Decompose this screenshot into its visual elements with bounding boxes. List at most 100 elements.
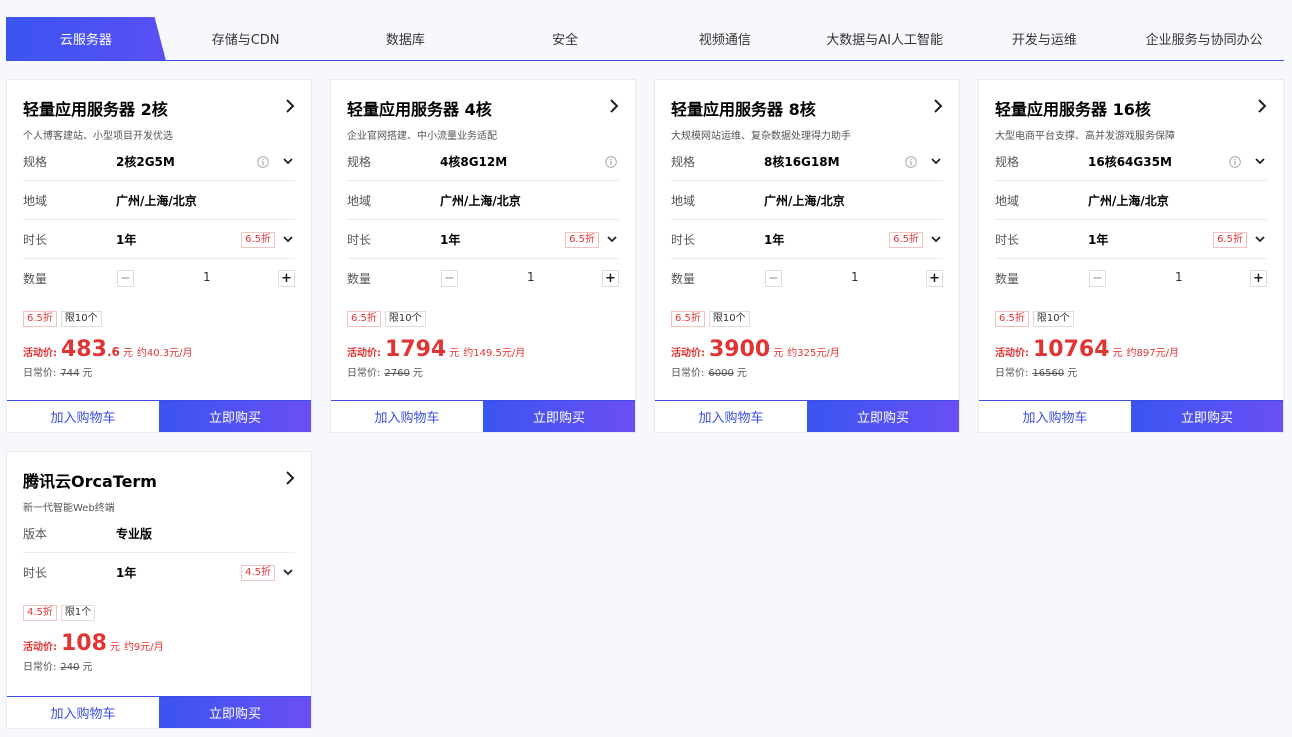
activity-price: 活动价: 108 元 约9元/月: [23, 631, 295, 656]
spec-row: 规格 8核16G18M: [671, 142, 943, 181]
spec-row: 规格 4核8G12M: [347, 142, 619, 181]
duration-row[interactable]: 时长 1年 6.5折: [23, 220, 295, 259]
add-to-cart-button[interactable]: 加入购物车: [979, 401, 1131, 432]
original-price-value: 744: [60, 368, 80, 379]
add-to-cart-button[interactable]: 加入购物车: [331, 401, 483, 432]
price-unit: 元: [1112, 348, 1123, 359]
chevron-down-icon[interactable]: [283, 569, 293, 576]
category-tabs: 云服务器 存储与CDN 数据库 安全 视频通信 大数据与AI人工智能 开发与运维…: [6, 17, 1284, 61]
buy-now-button[interactable]: 立即购买: [483, 401, 635, 432]
product-card: 腾讯云OrcaTerm 新一代智能Web终端 版本 专业版 时长 1年 4.5折…: [6, 451, 312, 729]
price-unit: 元: [122, 348, 133, 359]
original-price: 日常价: 2760 元: [347, 364, 619, 379]
chevron-right-icon[interactable]: [933, 98, 943, 114]
add-to-cart-button[interactable]: 加入购物车: [655, 401, 807, 432]
tab-devops[interactable]: 开发与运维: [965, 17, 1125, 60]
price-amount: 483: [61, 337, 107, 362]
discount-tag: 4.5折: [23, 605, 57, 621]
chevron-down-icon[interactable]: [931, 158, 941, 165]
quantity-increment-button[interactable]: +: [602, 270, 619, 287]
card-header[interactable]: 轻量应用服务器 8核 大规模网站运维、复杂数据处理得力助手: [655, 80, 959, 142]
duration-row[interactable]: 时长 1年 4.5折: [23, 553, 295, 592]
buy-now-button[interactable]: 立即购买: [1131, 401, 1283, 432]
quantity-decrement-button[interactable]: −: [765, 270, 782, 287]
tab-enterprise[interactable]: 企业服务与协同办公: [1124, 17, 1284, 60]
duration-value: 1年: [116, 232, 137, 247]
quantity-decrement-button[interactable]: −: [1089, 270, 1106, 287]
quantity-value[interactable]: 1: [527, 270, 535, 284]
card-subtitle: 企业官网搭建、中小流量业务适配: [347, 131, 497, 142]
card-header[interactable]: 轻量应用服务器 4核 企业官网搭建、中小流量业务适配: [331, 80, 635, 142]
chevron-right-icon[interactable]: [285, 470, 295, 486]
chevron-down-icon[interactable]: [607, 236, 617, 243]
chevron-down-icon[interactable]: [1255, 158, 1265, 165]
add-to-cart-button[interactable]: 加入购物车: [7, 697, 159, 728]
promo-tags: 6.5折 限10个: [671, 311, 943, 327]
quantity-increment-button[interactable]: +: [1250, 270, 1267, 287]
region-label: 地域: [347, 193, 372, 208]
info-icon[interactable]: [257, 156, 269, 168]
quantity-label: 数量: [23, 272, 48, 286]
quantity-increment-button[interactable]: +: [926, 270, 943, 287]
price-per-month: 约897元/月: [1126, 348, 1180, 359]
original-price-label: 日常价:: [671, 368, 705, 379]
quantity-increment-button[interactable]: +: [278, 270, 295, 287]
chevron-down-icon[interactable]: [931, 236, 941, 243]
card-actions: 加入购物车 立即购买: [7, 400, 311, 432]
buy-now-button[interactable]: 立即购买: [807, 401, 959, 432]
duration-row[interactable]: 时长 1年 6.5折: [671, 220, 943, 259]
add-to-cart-button[interactable]: 加入购物车: [7, 401, 159, 432]
discount-badge: 4.5折: [241, 565, 275, 581]
card-subtitle: 大规模网站运维、复杂数据处理得力助手: [671, 131, 851, 142]
activity-price: 活动价: 483 .6 元 约40.3元/月: [23, 337, 295, 362]
tab-bigdata-ai[interactable]: 大数据与AI人工智能: [805, 17, 965, 60]
original-price-value: 240: [60, 662, 80, 673]
info-icon[interactable]: [605, 156, 617, 168]
buy-now-button[interactable]: 立即购买: [159, 401, 311, 432]
card-header[interactable]: 腾讯云OrcaTerm 新一代智能Web终端: [7, 452, 311, 514]
chevron-right-icon[interactable]: [1257, 98, 1267, 114]
quantity-value[interactable]: 1: [1175, 270, 1183, 284]
region-value: 广州/上海/北京: [440, 193, 521, 208]
quantity-value[interactable]: 1: [203, 270, 211, 284]
info-icon[interactable]: [905, 156, 917, 168]
spec-row: 规格 2核2G5M: [23, 142, 295, 181]
quantity-decrement-button[interactable]: −: [117, 270, 134, 287]
price-per-month: 约325元/月: [787, 348, 840, 359]
activity-price-label: 活动价:: [23, 348, 57, 359]
activity-price: 活动价: 3900 元 约325元/月: [671, 337, 943, 362]
quantity-row: 数量 − 1 +: [347, 259, 619, 298]
buy-now-button[interactable]: 立即购买: [159, 697, 311, 728]
spec-value: 8核16G18M: [764, 154, 840, 169]
tab-security[interactable]: 安全: [485, 17, 645, 60]
discount-badge: 6.5折: [241, 232, 275, 248]
tab-video[interactable]: 视频通信: [645, 17, 805, 60]
tab-database[interactable]: 数据库: [326, 17, 486, 60]
price-per-month: 约149.5元/月: [463, 348, 526, 359]
info-icon[interactable]: [1229, 156, 1241, 168]
chevron-down-icon[interactable]: [283, 158, 293, 165]
tab-storage-cdn[interactable]: 存储与CDN: [166, 17, 326, 60]
duration-row[interactable]: 时长 1年 6.5折: [995, 220, 1267, 259]
original-price: 日常价: 744 元: [23, 364, 295, 379]
duration-label: 时长: [23, 232, 48, 247]
chevron-right-icon[interactable]: [285, 98, 295, 114]
duration-row[interactable]: 时长 1年 6.5折: [347, 220, 619, 259]
quantity-decrement-button[interactable]: −: [441, 270, 458, 287]
quantity-row: 数量 − 1 +: [995, 259, 1267, 298]
card-header[interactable]: 轻量应用服务器 2核 个人博客建站、小型项目开发优选: [7, 80, 311, 142]
card-header[interactable]: 轻量应用服务器 16核 大型电商平台支撑、高并发游戏服务保障: [979, 80, 1283, 142]
activity-price-label: 活动价:: [671, 348, 705, 359]
original-price-label: 日常价:: [23, 368, 57, 379]
chevron-down-icon[interactable]: [1255, 236, 1265, 243]
price-amount: 3900: [709, 337, 771, 362]
original-price-value: 6000: [708, 368, 734, 379]
limit-tag: 限10个: [708, 311, 750, 327]
tab-cloud-server[interactable]: 云服务器: [6, 17, 166, 60]
chevron-right-icon[interactable]: [609, 98, 619, 114]
card-title: 轻量应用服务器 8核: [671, 100, 816, 119]
chevron-down-icon[interactable]: [283, 236, 293, 243]
quantity-value[interactable]: 1: [851, 270, 859, 284]
region-label: 地域: [995, 193, 1020, 208]
price-amount: 108: [61, 631, 107, 656]
